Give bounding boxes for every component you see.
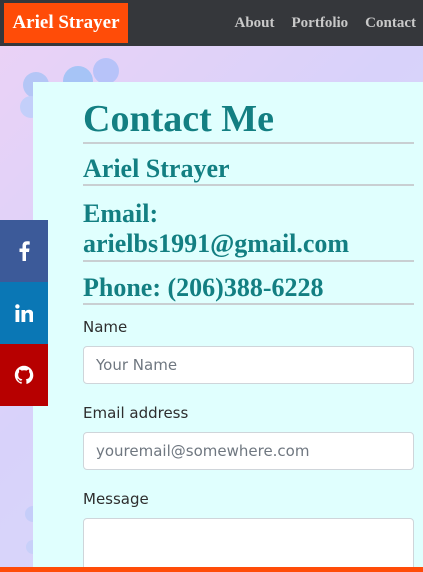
nav-link-portfolio[interactable]: Portfolio [292, 15, 349, 32]
message-label: Message [83, 490, 149, 508]
linkedin-button[interactable] [0, 282, 48, 344]
contact-email-address[interactable]: arielbs1991@gmail.com [83, 229, 349, 259]
contact-email: Email: arielbs1991@gmail.com [83, 199, 349, 259]
page-title: Contact Me [83, 98, 274, 140]
navbar: Ariel Strayer About Portfolio Contact [0, 0, 423, 46]
linkedin-icon [15, 304, 33, 322]
decorative-bubble [93, 58, 119, 84]
divider [83, 184, 414, 186]
contact-email-label: Email: [83, 199, 159, 228]
email-label: Email address [83, 404, 189, 422]
github-button[interactable] [0, 344, 48, 406]
facebook-icon [18, 241, 30, 261]
facebook-button[interactable] [0, 220, 48, 282]
contact-phone: Phone: (206)388-6228 [83, 273, 324, 302]
contact-name: Ariel Strayer [83, 154, 230, 183]
divider [83, 260, 414, 262]
divider [83, 142, 414, 144]
name-label: Name [83, 318, 128, 336]
brand-logo[interactable]: Ariel Strayer [4, 3, 128, 43]
nav-links: About Portfolio Contact [235, 0, 417, 46]
footer-accent-bar [0, 567, 423, 572]
name-input[interactable] [83, 346, 414, 384]
github-icon [14, 365, 34, 385]
message-textarea[interactable] [83, 518, 414, 572]
nav-link-contact[interactable]: Contact [365, 15, 416, 32]
email-input[interactable] [83, 432, 414, 470]
nav-link-about[interactable]: About [235, 15, 275, 32]
divider [83, 303, 414, 305]
